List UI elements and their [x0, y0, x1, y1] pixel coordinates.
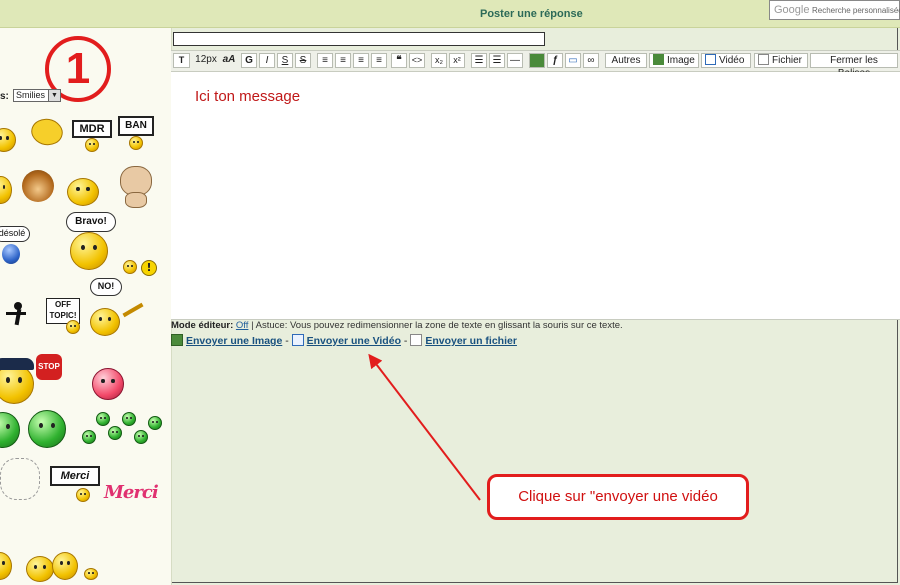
annotation-callout: Clique sur "envoyer une vidéo — [487, 474, 749, 520]
annotation-arrow — [368, 353, 481, 501]
annotation-text: Clique sur "envoyer une vidéo — [518, 488, 718, 505]
arrow-line — [368, 353, 481, 501]
